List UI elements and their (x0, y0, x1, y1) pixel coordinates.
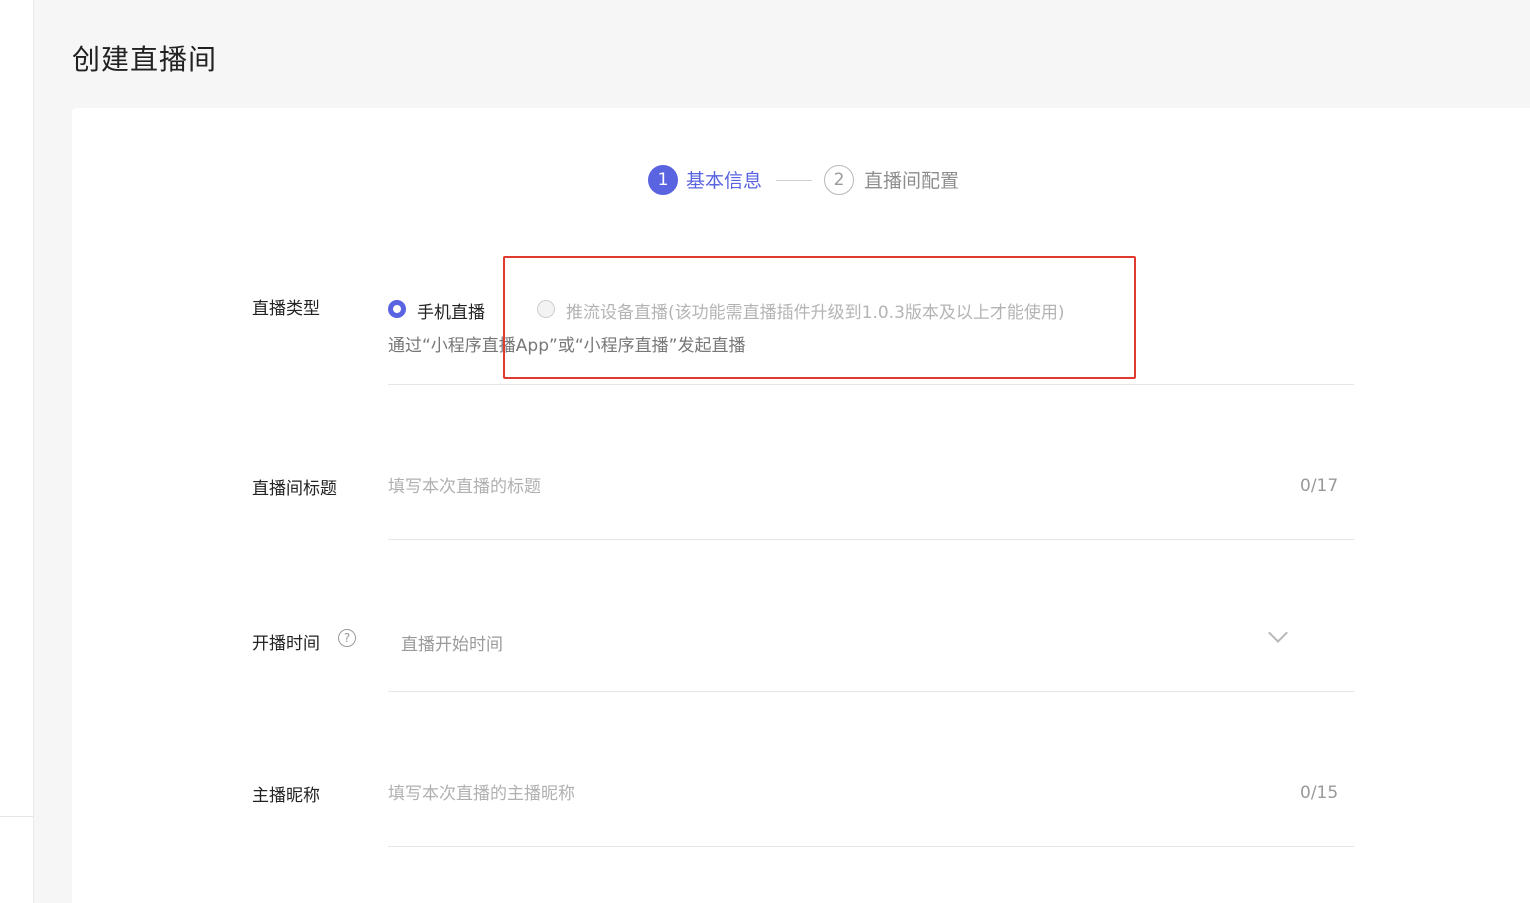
step-2-number: 2 (824, 165, 854, 195)
room-title-divider (388, 539, 1354, 540)
highlight-annotation-box (503, 256, 1136, 379)
room-title-label: 直播间标题 (252, 479, 337, 499)
chevron-down-icon[interactable] (1268, 623, 1288, 643)
left-sidebar (0, 0, 34, 903)
start-time-label: 开播时间 (252, 634, 320, 654)
sidebar-divider (0, 816, 33, 817)
host-nickname-input[interactable] (388, 774, 1354, 814)
step-2-label: 直播间配置 (864, 170, 960, 192)
start-time-divider (388, 691, 1354, 692)
host-nickname-counter: 0/15 (1300, 783, 1339, 803)
host-nickname-label: 主播昵称 (252, 786, 320, 806)
step-connector (776, 180, 812, 181)
form-card: 1 基本信息 2 直播间配置 直播类型 手机直播 推流设备直播(该功能需直播插件… (72, 108, 1530, 903)
page-title: 创建直播间 (72, 43, 218, 76)
live-type-label: 直播类型 (252, 299, 320, 319)
start-time-select[interactable]: 直播开始时间 (401, 630, 503, 655)
room-title-input[interactable] (388, 467, 1354, 507)
mobile-live-radio[interactable] (388, 300, 406, 318)
step-1-label: 基本信息 (686, 170, 763, 192)
help-icon[interactable]: ? (338, 629, 356, 647)
room-title-counter: 0/17 (1300, 476, 1339, 496)
host-nickname-divider (388, 846, 1354, 847)
mobile-live-radio-label[interactable]: 手机直播 (417, 298, 485, 323)
step-1-number: 1 (648, 165, 678, 195)
live-type-divider (388, 384, 1354, 385)
